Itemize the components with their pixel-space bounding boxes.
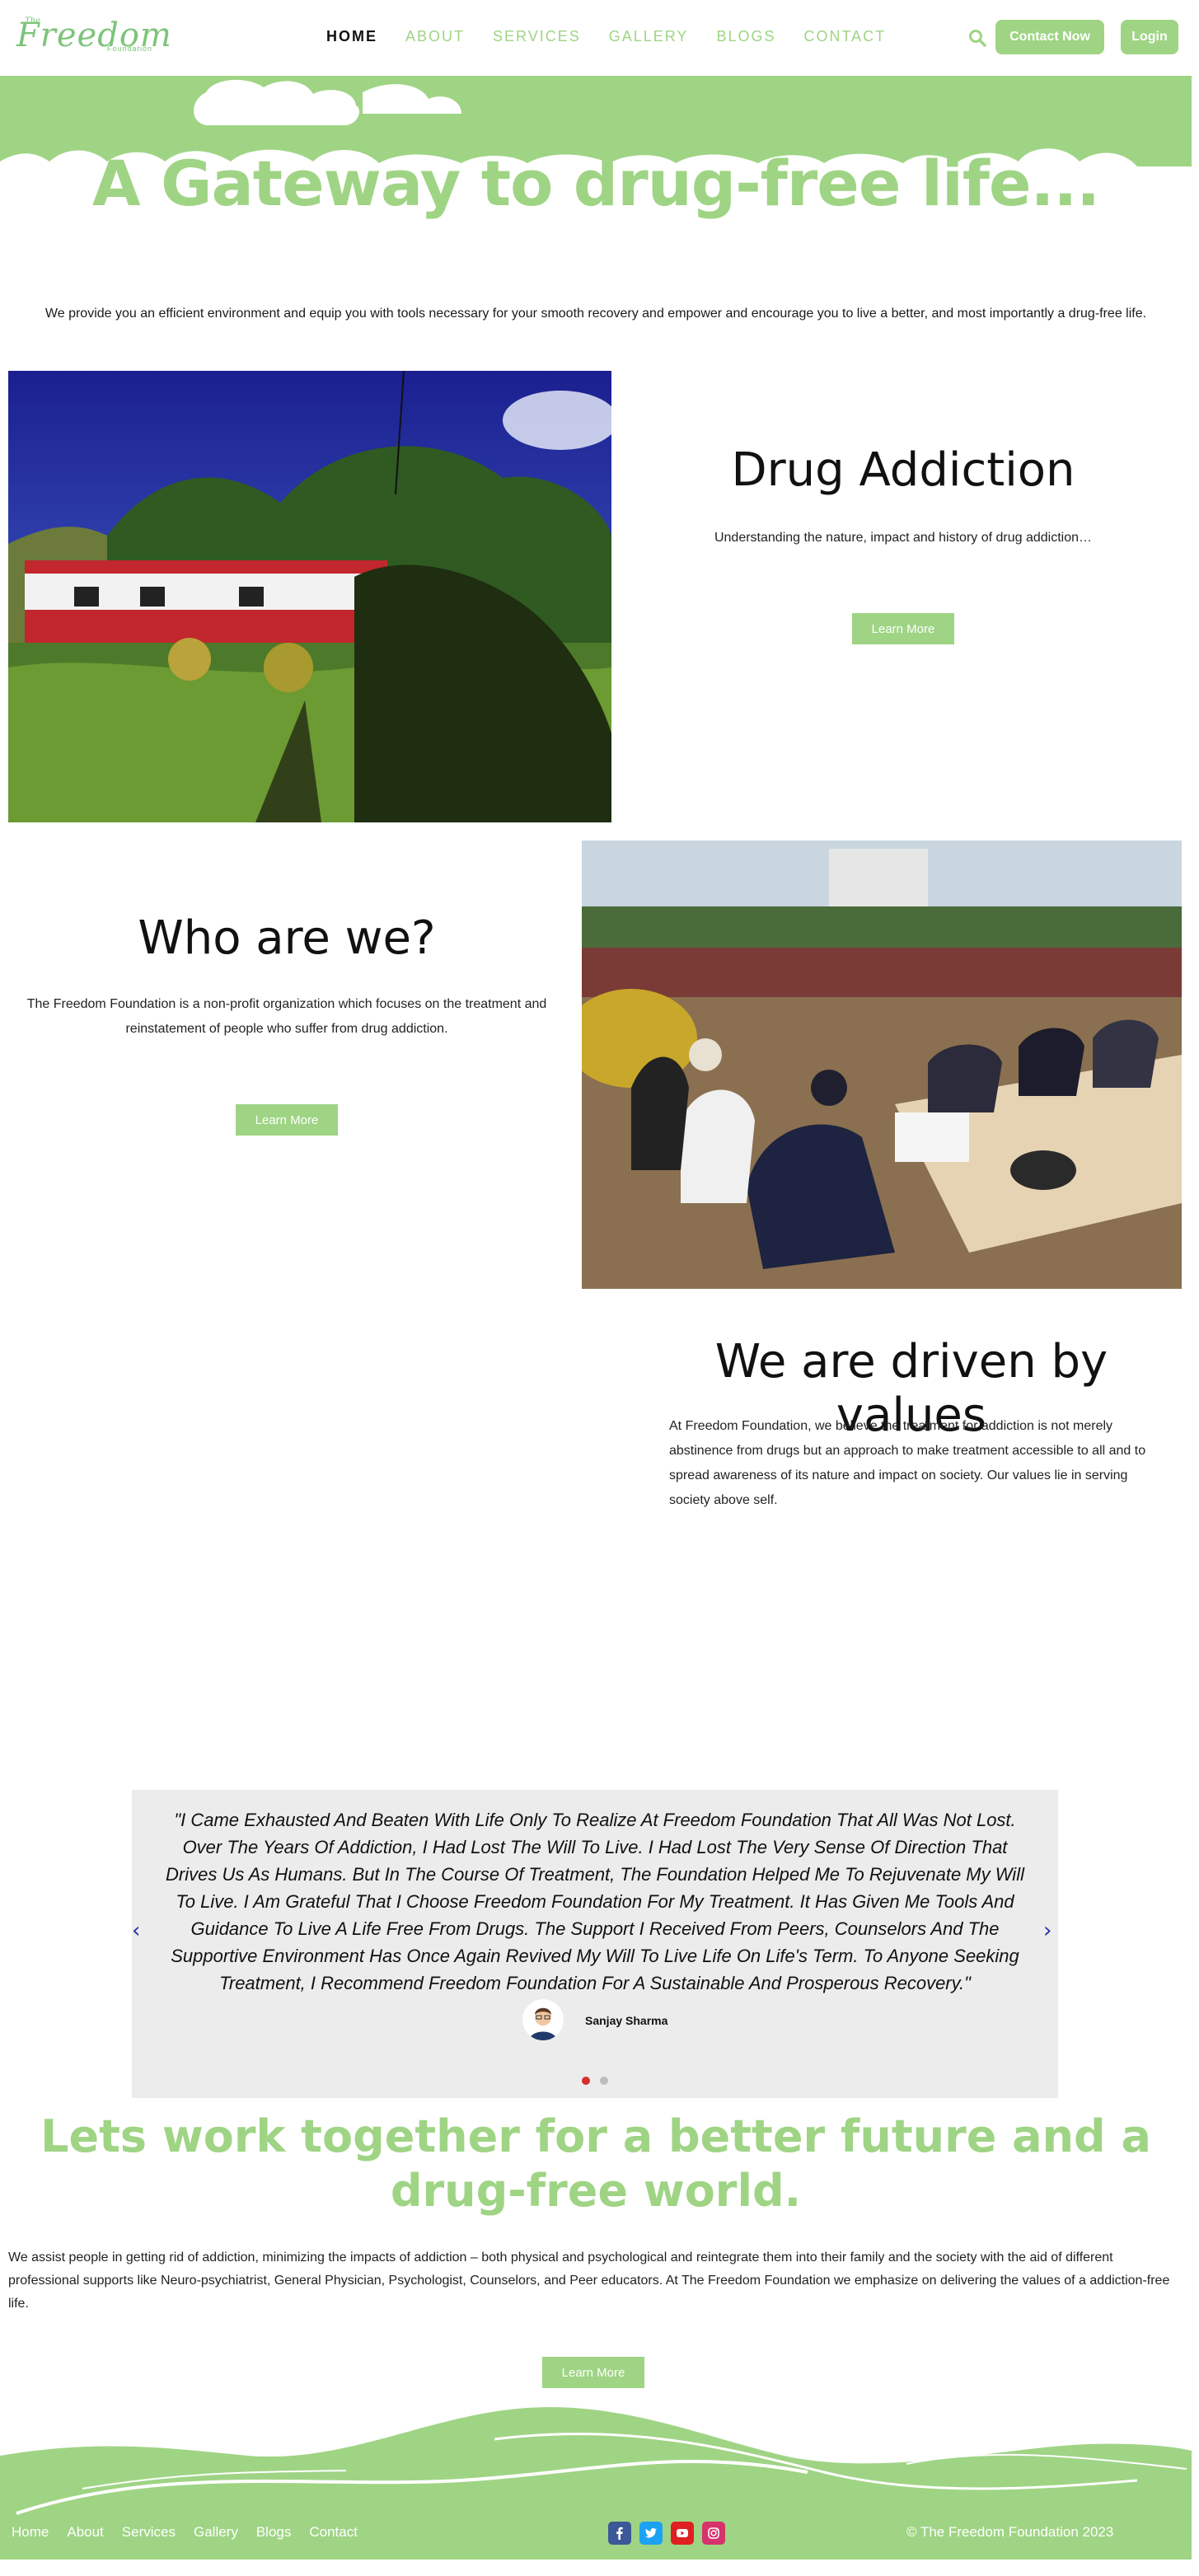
- instagram-icon[interactable]: [702, 2522, 725, 2545]
- footer-link-about[interactable]: About: [67, 2524, 103, 2541]
- logo-sub-text: Foundation: [107, 44, 153, 53]
- testimonial-carousel: ‹ › "I Came Exhausted And Beaten With Li…: [132, 1790, 1058, 2098]
- nav-services[interactable]: SERVICES: [493, 28, 581, 45]
- testimonial-quote: "I Came Exhausted And Beaten With Life O…: [166, 1810, 1024, 1993]
- carousel-dot-1[interactable]: [582, 2077, 590, 2085]
- nav-gallery[interactable]: GALLERY: [609, 28, 689, 45]
- hero-title: A Gateway to drug-free life...: [91, 147, 1100, 220]
- drug-addiction-learn-more-button[interactable]: Learn More: [852, 613, 954, 644]
- carousel-dot-2[interactable]: [600, 2077, 608, 2085]
- youtube-icon[interactable]: [671, 2522, 694, 2545]
- cta-text: We assist people in getting rid of addic…: [8, 2250, 1170, 2311]
- drug-addiction-title: Drug Addiction: [731, 443, 1075, 497]
- nav-blogs[interactable]: BLOGS: [716, 28, 775, 45]
- search-icon[interactable]: [967, 28, 987, 48]
- footer-links: Home About Services Gallery Blogs Contac…: [12, 2524, 376, 2541]
- drug-addiction-text: Understanding the nature, impact and his…: [714, 531, 1093, 545]
- carousel-next-arrow[interactable]: ›: [1043, 1918, 1051, 1943]
- footer-link-blogs[interactable]: Blogs: [256, 2524, 292, 2541]
- main-nav: HOME ABOUT SERVICES GALLERY BLOGS CONTAC…: [326, 28, 914, 45]
- testimonial-author: Sanjay Sharma: [585, 2014, 668, 2027]
- who-are-we-learn-more-button[interactable]: Learn More: [236, 1104, 338, 1136]
- carousel-prev-arrow[interactable]: ‹: [132, 1918, 140, 1943]
- hero-intro-text: We provide you an efficient environment …: [44, 307, 1147, 321]
- carousel-dots: [582, 2077, 608, 2085]
- footer-link-services[interactable]: Services: [122, 2524, 176, 2541]
- site-header: The Freedom Foundation HOME ABOUT SERVIC…: [0, 0, 1199, 76]
- cta-title: Lets work together for a better future a…: [40, 2110, 1151, 2217]
- social-icons: [608, 2522, 725, 2545]
- who-are-we-text: The Freedom Foundation is a non-profit o…: [26, 997, 547, 1036]
- site-logo[interactable]: The Freedom Foundation: [10, 12, 183, 64]
- nav-home[interactable]: HOME: [326, 28, 377, 45]
- twitter-icon[interactable]: [639, 2522, 663, 2545]
- rehab-center-photo: [8, 371, 611, 822]
- footer-link-contact[interactable]: Contact: [309, 2524, 358, 2541]
- values-text: At Freedom Foundation, we believe the tr…: [669, 1419, 1146, 1507]
- footer-link-gallery[interactable]: Gallery: [194, 2524, 238, 2541]
- facebook-icon[interactable]: [608, 2522, 631, 2545]
- login-button[interactable]: Login: [1121, 20, 1178, 54]
- nav-contact[interactable]: CONTACT: [803, 28, 886, 45]
- group-session-photo: [582, 841, 1182, 1289]
- nav-about[interactable]: ABOUT: [405, 28, 465, 45]
- who-are-we-title: Who are we?: [138, 911, 436, 965]
- footer-link-home[interactable]: Home: [12, 2524, 49, 2541]
- testimonial-avatar: [522, 1999, 564, 2040]
- contact-now-button[interactable]: Contact Now: [995, 20, 1104, 54]
- cta-learn-more-button[interactable]: Learn More: [542, 2357, 644, 2388]
- footer-copyright: © The Freedom Foundation 2023: [906, 2524, 1114, 2540]
